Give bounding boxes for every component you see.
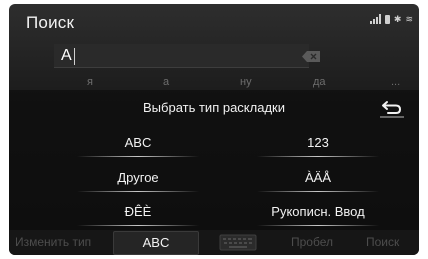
layout-picker-title: Выбрать тип раскладки [143, 100, 285, 115]
layout-option-handwriting[interactable]: Рукописн. Ввод [249, 201, 387, 226]
layout-option-accented-a[interactable]: ÀÄÅ [249, 167, 387, 192]
phone-icon [384, 15, 390, 24]
status-icons: ✱ ≋ [369, 14, 413, 24]
suggestion-item[interactable]: да [313, 76, 326, 88]
bluetooth-icon: ✱ [393, 14, 402, 24]
suggestion-item[interactable]: а [163, 76, 169, 88]
search-screen: Поиск ✱ ≋ А я а ну да ... Выбрать тип ра… [9, 4, 419, 255]
layout-option-abc[interactable]: ABC [69, 132, 207, 157]
suggestion-item[interactable]: ... [391, 76, 400, 88]
space-button[interactable]: Пробел [291, 235, 333, 249]
suggestion-item[interactable]: ну [240, 76, 252, 88]
text-cursor [74, 48, 75, 65]
change-type-button[interactable]: Изменить тип [15, 235, 91, 249]
layout-option-accented-e[interactable]: ÐÊÈ [69, 201, 207, 226]
suggestion-item[interactable]: я [87, 76, 93, 88]
search-input[interactable]: А [54, 44, 309, 68]
page-title: Поиск [26, 13, 75, 32]
keyboard-icon[interactable] [219, 234, 257, 251]
layout-option-other[interactable]: Другое [69, 167, 207, 192]
current-layout-button[interactable]: ABC [113, 231, 199, 255]
backspace-icon[interactable] [301, 50, 321, 63]
wifi-icon: ≋ [405, 14, 413, 24]
keyboard-bottom-bar: Изменить тип ABC Пробел Поиск [9, 230, 419, 255]
layout-option-123[interactable]: 123 [249, 132, 387, 157]
return-icon[interactable] [379, 97, 405, 119]
signal-strength-icon [369, 14, 381, 24]
search-input-value: А [61, 47, 72, 64]
search-button[interactable]: Поиск [366, 235, 399, 249]
